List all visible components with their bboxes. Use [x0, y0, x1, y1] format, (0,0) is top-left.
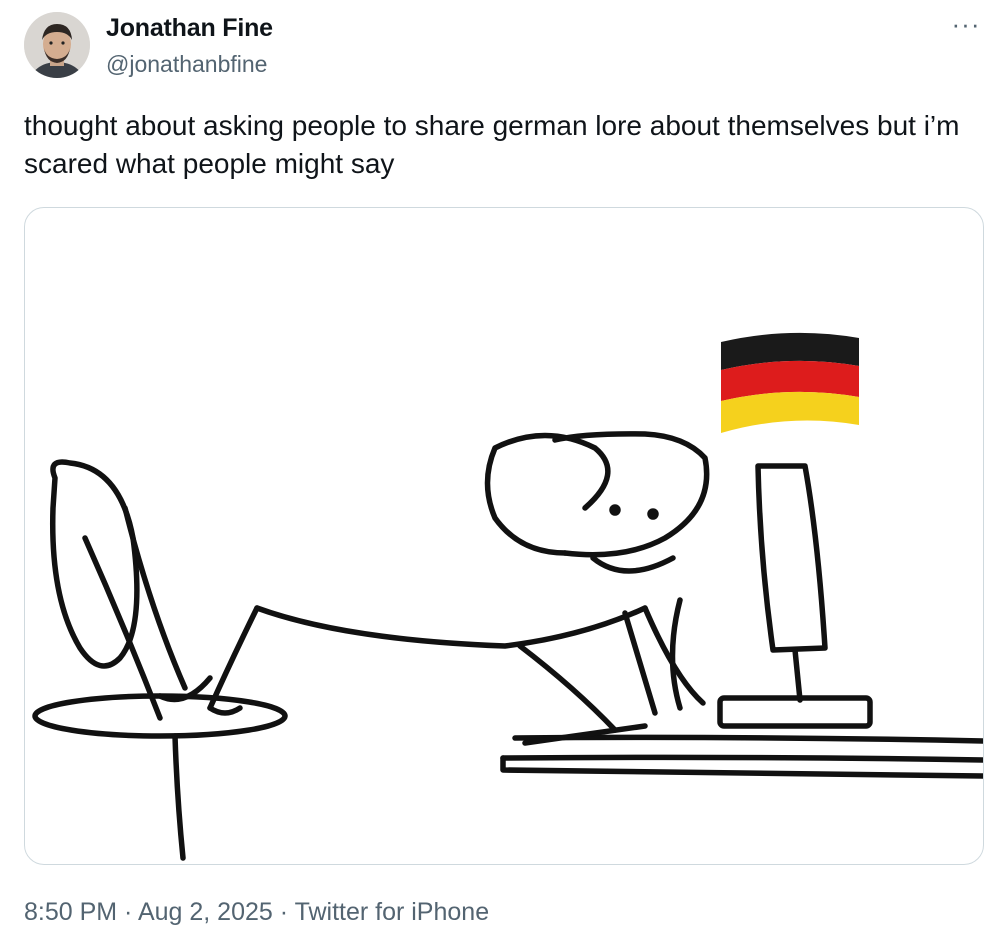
- tweet-date[interactable]: Aug 2, 2025: [138, 898, 273, 926]
- stick-figure-drawing: [207, 431, 710, 733]
- tweet-meta: 8:50 PM · Aug 2, 2025 · Twitter for iPho…: [24, 898, 489, 927]
- meta-separator: ·: [117, 898, 138, 926]
- tweet: Jonathan Fine @jonathanbfine ··· thought…: [0, 0, 1000, 952]
- tweet-text: thought about asking people to share ger…: [24, 110, 960, 179]
- chair-drawing: [32, 459, 288, 861]
- author-handle[interactable]: @jonathanbfine: [106, 51, 267, 78]
- tweet-media[interactable]: [24, 207, 984, 865]
- more-icon[interactable]: ···: [948, 11, 984, 42]
- germany-flag-icon: [721, 332, 859, 433]
- monitor-drawing: [717, 463, 873, 729]
- author-name[interactable]: Jonathan Fine: [106, 14, 273, 43]
- desk-drawing: [500, 723, 983, 779]
- avatar-photo: [24, 12, 90, 78]
- tweet-time[interactable]: 8:50 PM: [24, 898, 117, 926]
- stickman-computer-illustration: [32, 332, 983, 861]
- tweet-source[interactable]: Twitter for iPhone: [295, 898, 490, 926]
- meta-separator: ·: [272, 898, 295, 926]
- avatar[interactable]: [24, 12, 90, 78]
